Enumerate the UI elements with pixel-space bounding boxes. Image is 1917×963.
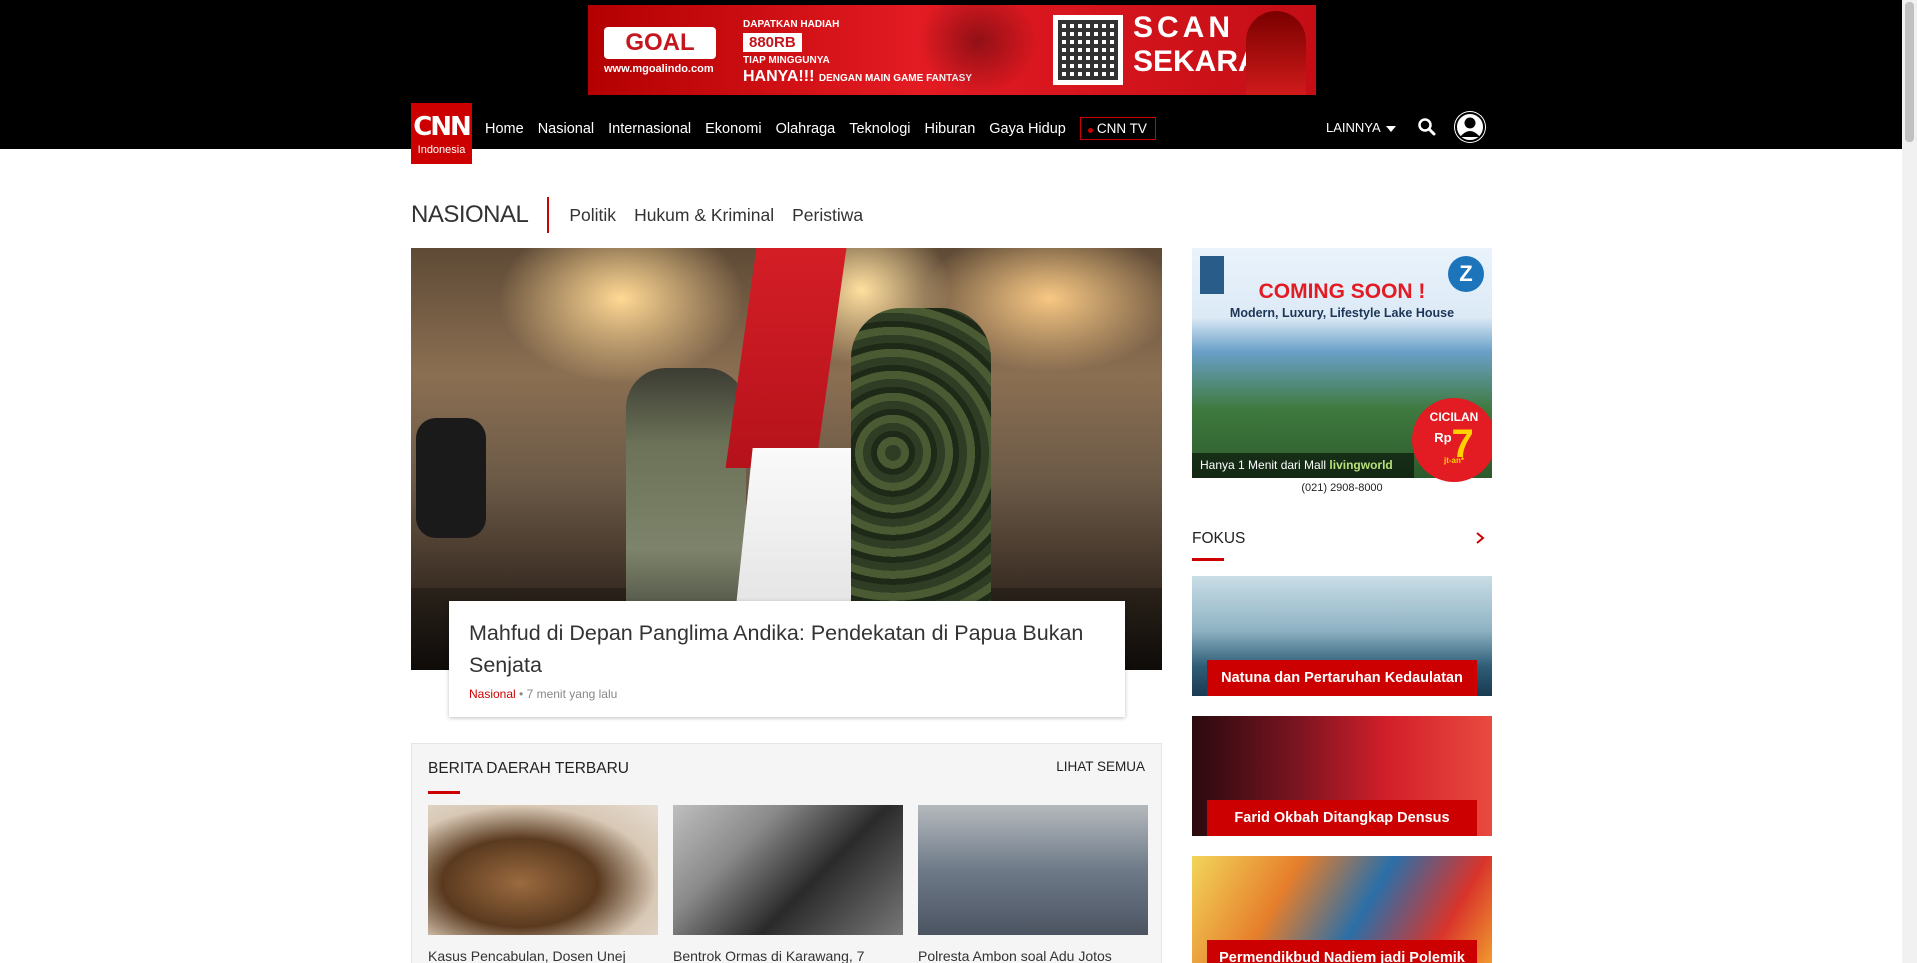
ad-logo: GOAL xyxy=(604,27,716,59)
sidebar-ad[interactable]: Z COMING SOON ! Modern, Luxury, Lifestyl… xyxy=(1192,248,1492,498)
ad-mall-strip: Hanya 1 Menit dari Mall livingworld xyxy=(1192,453,1414,478)
cnn-indonesia-logo[interactable]: CNN Indonesia xyxy=(411,103,472,164)
ad-amount: 880RB xyxy=(743,33,802,52)
cnn-tv-button[interactable]: CNN TV xyxy=(1079,117,1156,140)
page-scrollbar[interactable] xyxy=(1902,0,1917,963)
hero-meta: Nasional • 7 menit yang lalu xyxy=(469,687,618,701)
regional-news-item[interactable]: Bentrok Ormas di Karawang, 7 xyxy=(673,805,903,963)
regional-news-item[interactable]: Kasus Pencabulan, Dosen Unej xyxy=(428,805,658,963)
ad-rp: Rp xyxy=(1434,430,1452,445)
nav-link-teknologi[interactable]: Teknologi xyxy=(849,121,910,137)
fokus-card-farid-okbah[interactable]: Farid Okbah Ditangkap Densus xyxy=(1192,716,1492,836)
nav-link-ekonomi[interactable]: Ekonomi xyxy=(705,121,761,137)
fokus-card-natuna[interactable]: Natuna dan Pertaruhan Kedaulatan xyxy=(1192,576,1492,696)
fokus-card-permendikbud[interactable]: Permendikbud Nadiem jadi Polemik xyxy=(1192,856,1492,963)
hero-article-card[interactable]: Mahfud di Depan Panglima Andika: Pendeka… xyxy=(449,601,1125,717)
fokus-header: FOKUS xyxy=(1192,530,1492,562)
news-caption: Polresta Ambon soal Adu Jotos xyxy=(918,948,1112,963)
section-title: NASIONAL xyxy=(411,197,550,233)
hero-photographer xyxy=(416,418,486,538)
ad-headline: DAPATKAN HADIAH xyxy=(743,19,840,30)
ad-player-image xyxy=(1246,11,1306,95)
fokus-card-label: Natuna dan Pertaruhan Kedaulatan xyxy=(1207,660,1477,696)
ad-mall-text: Hanya 1 Menit dari Mall xyxy=(1200,458,1327,472)
fokus-title[interactable]: FOKUS xyxy=(1192,530,1492,548)
fist-thumbnail xyxy=(918,805,1148,935)
fokus-card-label: Permendikbud Nadiem jadi Polemik xyxy=(1207,940,1477,963)
nav-link-gaya-hidup[interactable]: Gaya Hidup xyxy=(989,121,1066,137)
news-caption: Bentrok Ormas di Karawang, 7 xyxy=(673,948,865,963)
gavel-thumbnail xyxy=(428,805,658,935)
ad-subline: TIAP MINGGUNYA xyxy=(743,55,830,66)
handcuffs-thumbnail xyxy=(673,805,903,935)
regional-news-box: BERITA DAERAH TERBARU LIHAT SEMUA Kasus … xyxy=(411,743,1162,963)
header: GOAL www.mgoalindo.com DAPATKAN HADIAH 8… xyxy=(0,0,1902,164)
top-ad-banner[interactable]: GOAL www.mgoalindo.com DAPATKAN HADIAH 8… xyxy=(588,5,1316,95)
ad-price-badge: CICILAN Rp7 jt-an* xyxy=(1412,398,1492,482)
hero-category[interactable]: Nasional xyxy=(469,687,516,701)
regional-news-item[interactable]: Polresta Ambon soal Adu Jotos xyxy=(918,805,1148,963)
subnav-peristiwa[interactable]: Peristiwa xyxy=(792,205,863,226)
ad-coming-soon: COMING SOON ! xyxy=(1258,280,1426,303)
logo-subtitle: Indonesia xyxy=(417,144,466,156)
search-icon[interactable] xyxy=(1417,117,1437,137)
ad-person-image xyxy=(918,5,1038,95)
fokus-card-label: Farid Okbah Ditangkap Densus xyxy=(1207,800,1477,836)
main-nav: CNN Indonesia Home Nasional Internasiona… xyxy=(411,103,1493,165)
scrollbar-thumb[interactable] xyxy=(1905,2,1914,142)
title-underline xyxy=(428,791,460,794)
news-caption: Kasus Pencabulan, Dosen Unej xyxy=(428,948,626,963)
ad-tagline-main: HANYA!!! xyxy=(743,68,815,85)
hero-timestamp: 7 menit yang lalu xyxy=(526,687,618,701)
subnav-hukum-kriminal[interactable]: Hukum & Kriminal xyxy=(634,205,774,226)
more-menu-label: LAINNYA xyxy=(1326,120,1381,135)
subnav-politik[interactable]: Politik xyxy=(569,205,616,226)
section-header: NASIONAL Politik Hukum & Kriminal Perist… xyxy=(411,196,863,234)
nav-links: Home Nasional Internasional Ekonomi Olah… xyxy=(485,117,1156,140)
hero-flag-red xyxy=(725,248,847,468)
title-underline xyxy=(1192,558,1224,561)
qr-code-icon xyxy=(1053,15,1123,85)
nav-link-internasional[interactable]: Internasional xyxy=(608,121,691,137)
ad-jt: jt-an* xyxy=(1444,456,1464,465)
ad-site-text: www.mgoalindo.com xyxy=(604,63,714,75)
ad-mall-brand: livingworld xyxy=(1329,458,1393,472)
ad-scan-text: SCAN xyxy=(1133,11,1235,44)
more-menu-button[interactable]: LAINNYA xyxy=(1326,120,1396,135)
nav-link-olahraga[interactable]: Olahraga xyxy=(776,121,836,137)
hero-headline[interactable]: Mahfud di Depan Panglima Andika: Pendeka… xyxy=(469,617,1105,681)
chevron-right-icon[interactable] xyxy=(1474,532,1486,544)
user-account-icon[interactable] xyxy=(1454,111,1486,143)
logo-wordmark: CNN xyxy=(413,112,472,142)
nav-link-nasional[interactable]: Nasional xyxy=(538,121,594,137)
regional-news-title: BERITA DAERAH TERBARU xyxy=(428,760,629,777)
nav-link-hiburan[interactable]: Hiburan xyxy=(924,121,975,137)
caret-down-icon xyxy=(1385,125,1396,132)
see-all-link[interactable]: LIHAT SEMUA xyxy=(1056,759,1145,774)
nav-link-home[interactable]: Home xyxy=(485,121,524,137)
ad-subtitle: Modern, Luxury, Lifestyle Lake House xyxy=(1229,306,1455,320)
ad-phone: (021) 2908-8000 xyxy=(1301,482,1383,494)
